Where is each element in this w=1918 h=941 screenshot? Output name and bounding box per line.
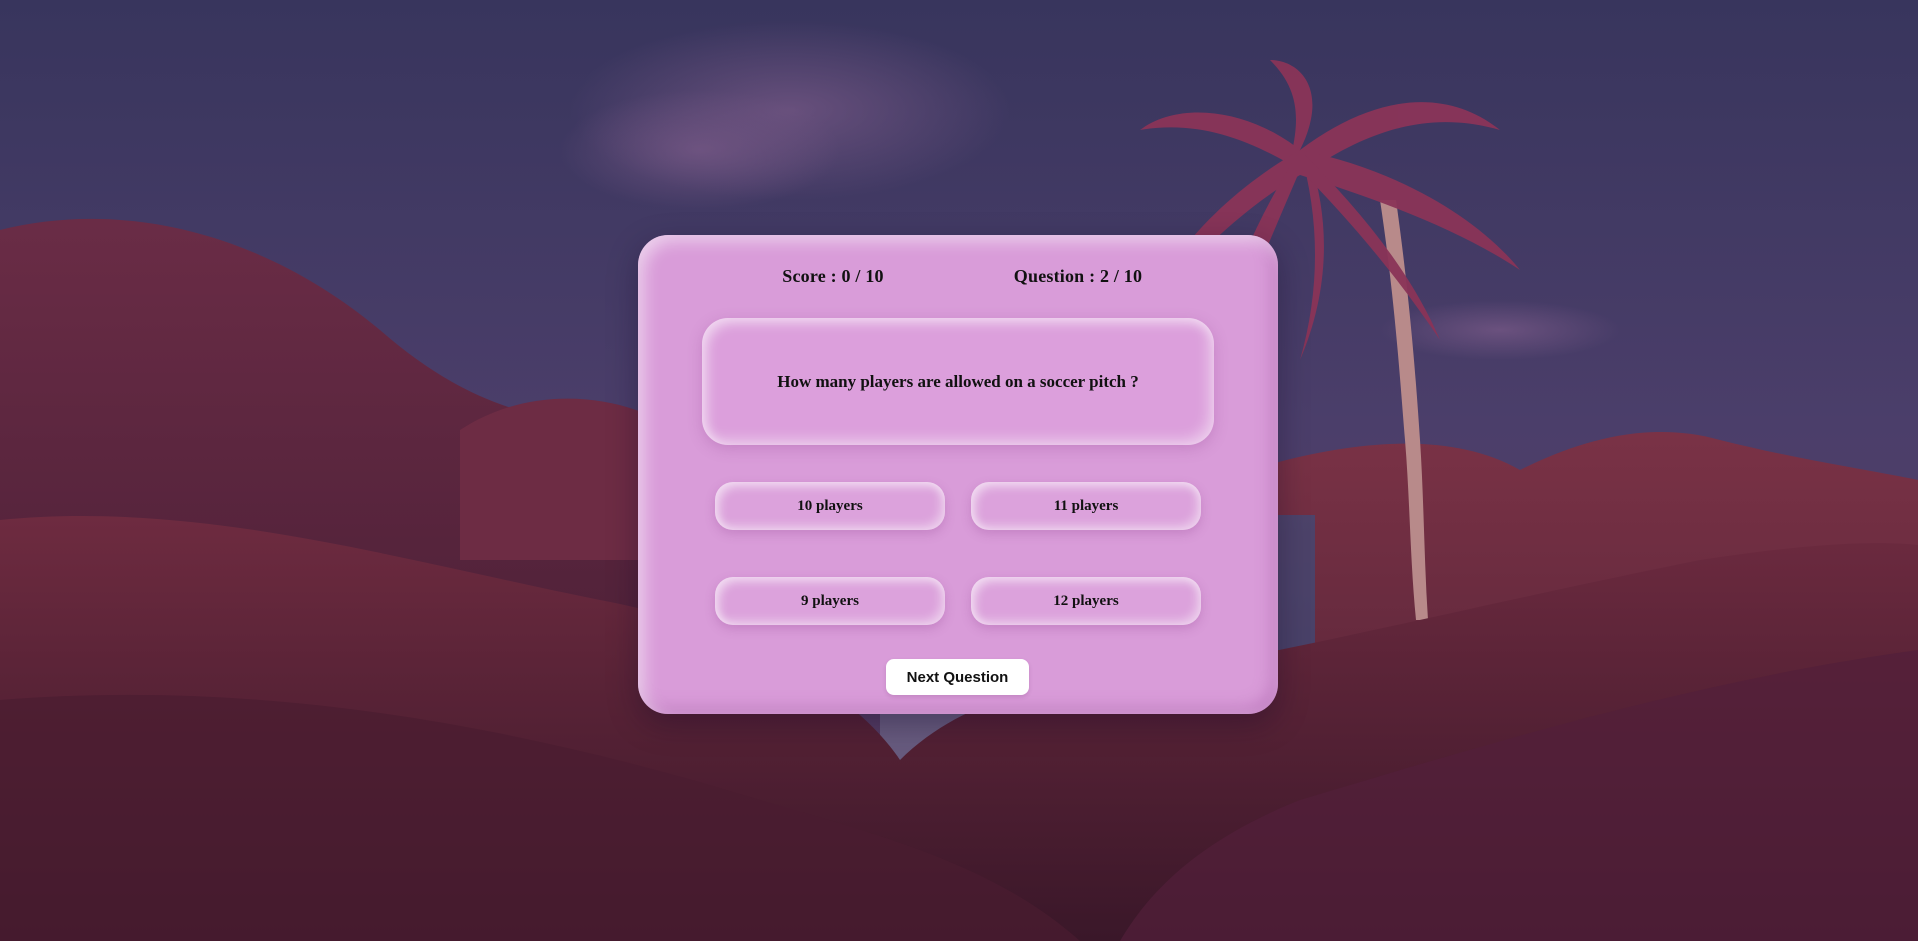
- question-counter: Question : 2 / 10: [1013, 266, 1143, 286]
- answer-option-4[interactable]: 12 players: [971, 577, 1201, 625]
- score-display: Score : 0 / 10: [782, 266, 884, 286]
- quiz-card: Score : 0 / 10 Question : 2 / 10 How man…: [638, 235, 1278, 714]
- question-text: How many players are allowed on a soccer…: [702, 318, 1214, 445]
- answer-option-1[interactable]: 10 players: [715, 482, 945, 530]
- next-question-button[interactable]: Next Question: [886, 659, 1029, 695]
- quiz-stats: Score : 0 / 10 Question : 2 / 10: [638, 261, 1278, 291]
- answer-option-3[interactable]: 9 players: [715, 577, 945, 625]
- answer-option-2[interactable]: 11 players: [971, 482, 1201, 530]
